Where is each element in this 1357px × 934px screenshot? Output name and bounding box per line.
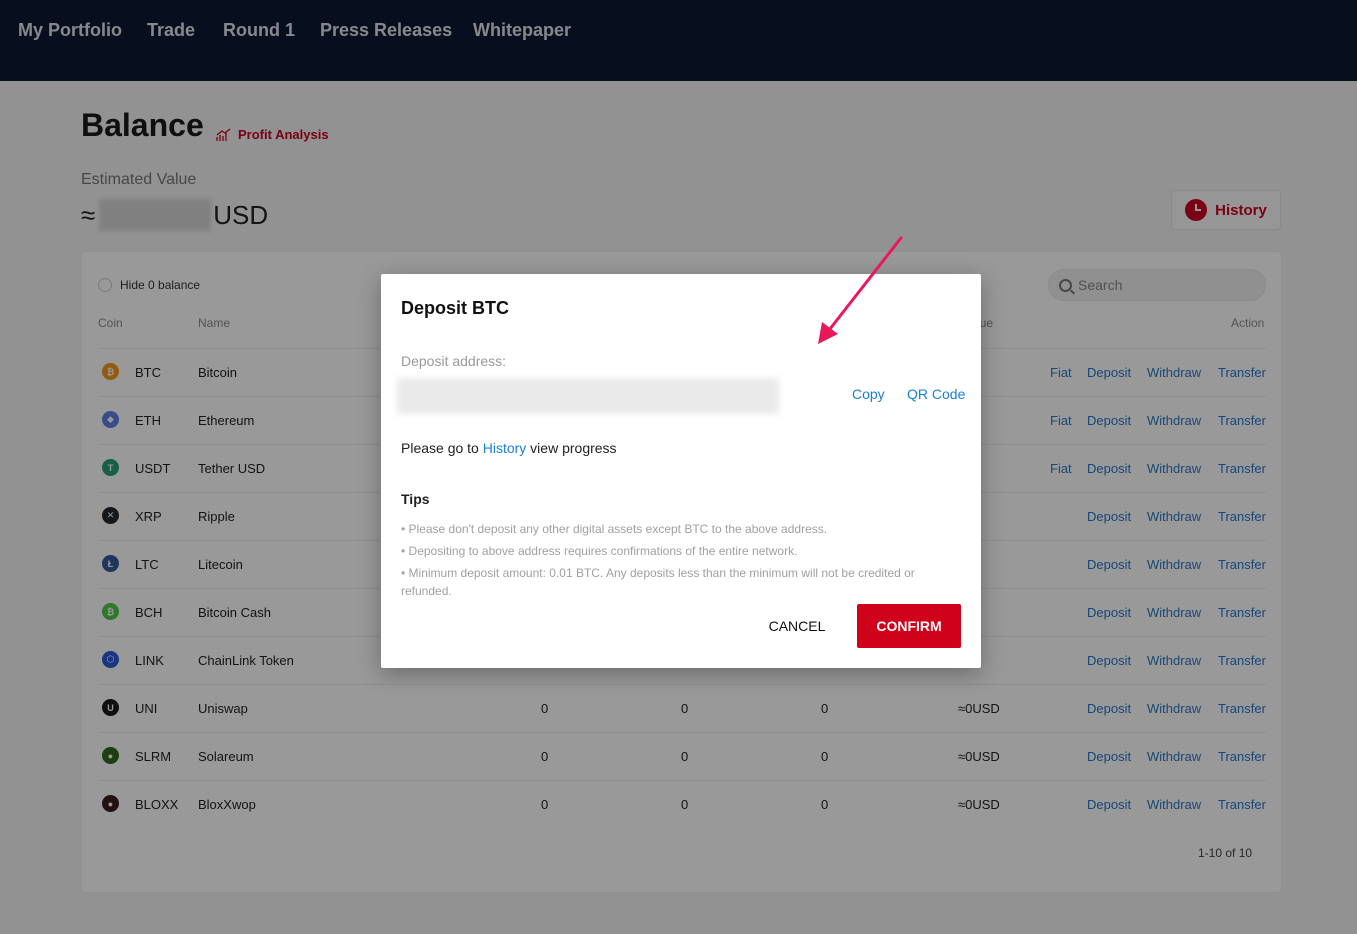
tip-item: • Depositing to above address requires c… [401,544,798,558]
deposit-address-redacted [397,378,779,414]
confirm-button[interactable]: CONFIRM [857,604,961,648]
progress-hint: Please go to History view progress [401,440,617,456]
progress-prefix: Please go to [401,440,483,456]
tip-item: • Minimum deposit amount: 0.01 BTC. Any … [401,566,915,598]
deposit-modal: Deposit BTC Deposit address: Copy QR Cod… [381,274,981,668]
copy-address-link[interactable]: Copy [852,386,885,402]
qr-code-link[interactable]: QR Code [907,386,965,402]
tip-item: • Please don't deposit any other digital… [401,522,828,536]
progress-suffix: view progress [526,440,617,456]
progress-history-link[interactable]: History [483,440,527,456]
modal-title: Deposit BTC [401,298,509,318]
deposit-address-label: Deposit address: [401,353,507,369]
tips-title: Tips [401,491,430,507]
cancel-button[interactable]: CANCEL [756,604,838,648]
